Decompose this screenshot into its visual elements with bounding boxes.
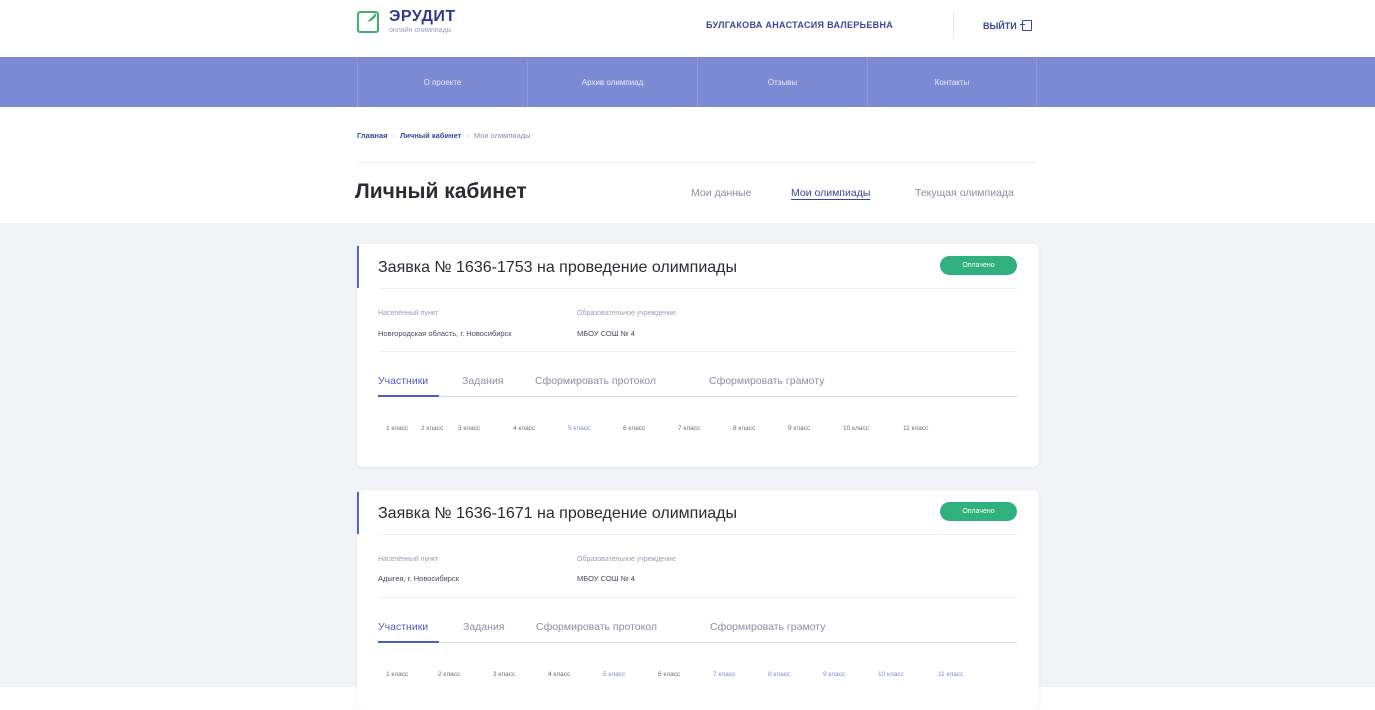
tab-generate-protocol[interactable]: Сформировать протокол: [535, 375, 656, 387]
divider: [378, 351, 1017, 352]
logo-subtitle: онлайн олимпиады: [389, 27, 452, 34]
grade-link[interactable]: 4 класс: [548, 671, 603, 678]
breadcrumb: Главная › Личный кабинет › Мои олимпиады: [357, 131, 531, 140]
grade-link[interactable]: 3 класс: [493, 671, 548, 678]
nav-item-reviews[interactable]: Отзывы: [697, 57, 867, 107]
feather-icon: [357, 10, 379, 33]
tab-generate-certificate[interactable]: Сформировать грамоту: [710, 621, 825, 633]
grade-link[interactable]: 7 класс: [678, 425, 733, 432]
grade-link[interactable]: 11 класс: [903, 425, 948, 432]
tab-generate-protocol[interactable]: Сформировать протокол: [536, 621, 657, 633]
school-value: МБОУ СОШ № 4: [577, 574, 635, 583]
grade-link[interactable]: 2 класс: [421, 425, 458, 432]
grade-link[interactable]: 1 класс: [386, 671, 438, 678]
application-title: Заявка № 1636-1753 на проведение олимпиа…: [378, 259, 738, 276]
tab-underline: [378, 642, 1017, 643]
grade-link[interactable]: 7 класс: [713, 671, 768, 678]
card-accent-bar: [357, 492, 359, 534]
tab-current-olympiad[interactable]: Текущая олимпиада: [915, 187, 1014, 199]
tab-tasks[interactable]: Задания: [463, 621, 505, 633]
user-name-link[interactable]: БУЛГАКОВА АНАСТАСИЯ ВАЛЕРЬЕВНА: [706, 20, 893, 30]
grade-link[interactable]: 10 класс: [878, 671, 938, 678]
top-header: ЭРУДИТ онлайн олимпиады БУЛГАКОВА АНАСТА…: [0, 0, 1375, 57]
grade-link[interactable]: 8 класс: [733, 425, 788, 432]
breadcrumb-separator: ›: [392, 131, 396, 140]
grade-link[interactable]: 6 класс: [658, 671, 713, 678]
grade-link[interactable]: 6 класс: [623, 425, 678, 432]
grade-link[interactable]: 5 класс: [603, 671, 658, 678]
grade-list: 1 класс 2 класс 3 класс 4 класс 5 класс …: [386, 671, 983, 678]
grade-link[interactable]: 8 класс: [768, 671, 823, 678]
divider: [378, 534, 1017, 535]
logout-icon: [1019, 20, 1032, 31]
breadcrumb-cabinet[interactable]: Личный кабинет: [400, 131, 461, 140]
nav-item-about[interactable]: О проекте: [357, 57, 527, 107]
page-title: Личный кабинет: [355, 180, 527, 203]
tab-participants[interactable]: Участники: [378, 375, 428, 387]
grade-link[interactable]: 5 класс: [568, 425, 623, 432]
logo-title: ЭРУДИТ: [389, 8, 456, 25]
card-accent-bar: [357, 246, 359, 288]
tab-my-data[interactable]: Мои данные: [691, 187, 751, 199]
breadcrumb-current: Мои олимпиады: [473, 131, 531, 140]
locality-label: Населённый пункт: [378, 310, 439, 317]
grade-list: 1 класс 2 класс 3 класс 4 класс 5 класс …: [386, 425, 948, 432]
tab-generate-certificate[interactable]: Сформировать грамоту: [709, 375, 824, 387]
tab-underline: [378, 396, 1017, 397]
logout-button[interactable]: ВЫЙТИ: [983, 20, 1032, 31]
application-card: Заявка № 1636-1753 на проведение олимпиа…: [357, 244, 1039, 467]
divider: [378, 597, 1017, 598]
main-nav: О проекте Архив олимпиад Отзывы Контакты: [0, 57, 1375, 107]
grade-link[interactable]: 9 класс: [788, 425, 843, 432]
grade-link[interactable]: 10 класс: [843, 425, 903, 432]
active-tab-indicator: [378, 395, 439, 397]
tab-participants[interactable]: Участники: [378, 621, 428, 633]
grade-link[interactable]: 3 класс: [458, 425, 513, 432]
grade-link[interactable]: 1 класс: [386, 425, 421, 432]
header-divider: [953, 12, 954, 38]
school-label: Образовательное учреждение: [577, 310, 676, 317]
grade-link[interactable]: 11 класс: [938, 671, 983, 678]
school-label: Образовательное учреждение: [577, 556, 676, 563]
tab-tasks[interactable]: Задания: [462, 375, 504, 387]
locality-label: Населённый пункт: [378, 556, 439, 563]
active-tab-indicator: [378, 641, 439, 643]
grade-link[interactable]: 2 класс: [438, 671, 493, 678]
logo[interactable]: ЭРУДИТ онлайн олимпиады: [357, 9, 456, 34]
divider: [378, 288, 1017, 289]
grade-link[interactable]: 4 класс: [513, 425, 568, 432]
divider: [357, 162, 1037, 163]
application-title: Заявка № 1636-1671 на проведение олимпиа…: [378, 505, 738, 522]
nav-item-archive[interactable]: Архив олимпиад: [527, 57, 697, 107]
locality-value: Адыгея, г. Новосибирск: [378, 574, 460, 583]
locality-value: Новгородская область, г. Новосибирск: [378, 329, 512, 338]
tab-my-olympiads[interactable]: Мои олимпиады: [791, 187, 870, 199]
status-badge: Оплачено: [940, 502, 1017, 521]
school-value: МБОУ СОШ № 4: [577, 329, 635, 338]
breadcrumb-home[interactable]: Главная: [357, 131, 388, 140]
breadcrumb-separator: ›: [466, 131, 469, 140]
nav-item-contacts[interactable]: Контакты: [867, 57, 1037, 107]
status-badge: Оплачено: [940, 256, 1017, 275]
application-card: Заявка № 1636-1671 на проведение олимпиа…: [357, 490, 1039, 710]
logout-label: ВЫЙТИ: [983, 20, 1017, 31]
grade-link[interactable]: 9 класс: [823, 671, 878, 678]
